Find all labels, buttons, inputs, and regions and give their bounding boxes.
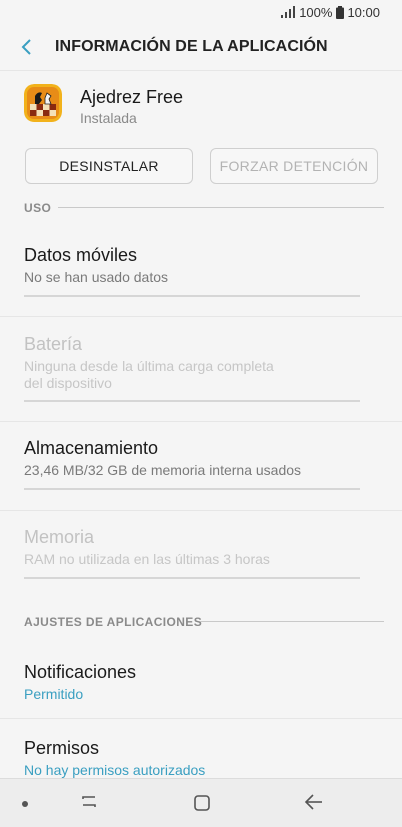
row-divider [0,316,402,317]
battery-subtitle-line2: del dispositivo [24,375,112,391]
app-name: Ajedrez Free [80,87,184,107]
storage-title: Almacenamiento [24,438,159,458]
item-divider [24,488,360,490]
back-arrow-icon[interactable] [304,793,324,811]
permissions-title: Permisos [24,738,100,758]
storage-item[interactable]: Almacenamiento 23,46 MB/32 GB de memoria… [24,438,364,479]
recent-apps-icon[interactable] [80,793,98,811]
mobile-data-title: Datos móviles [24,245,138,265]
app-status: Instalada [80,110,137,126]
battery-percent: 100% [299,4,333,20]
row-divider [0,718,402,719]
section-header-app-settings: AJUSTES DE APLICACIONES [24,615,203,629]
item-divider [24,577,360,579]
app-info-row: Ajedrez Free Instalada [0,82,402,128]
section-header-usage: USO [24,201,52,215]
memory-subtitle: RAM no utilizada en las últimas 3 horas [24,551,270,567]
permissions-subtitle: No hay permisos autorizados [24,762,206,778]
battery-subtitle: Ninguna desde la última carga completa d… [24,358,364,392]
clock: 10:00 [347,4,380,20]
notifications-item[interactable]: Notificaciones Permitido [24,662,364,703]
home-icon[interactable] [193,794,211,812]
uninstall-button[interactable]: DESINSTALAR [25,148,193,184]
arrow-left-icon[interactable] [16,36,38,58]
status-bar: 100% 10:00 [0,0,402,24]
permissions-item[interactable]: Permisos No hay permisos autorizados [24,738,364,779]
signal-icon [281,6,296,18]
page-title: INFORMACIÓN DE LA APLICACIÓN [55,38,328,55]
row-divider [0,421,402,422]
nav-dot-icon[interactable] [22,801,28,807]
memory-item[interactable]: Memoria RAM no utilizada en las últimas … [24,527,364,568]
memory-title: Memoria [24,527,95,547]
header-divider [0,70,402,71]
app-bar: INFORMACIÓN DE LA APLICACIÓN [0,24,402,70]
battery-subtitle-line1: Ninguna desde la última carga completa [24,358,274,374]
row-divider [0,510,402,511]
item-divider [24,400,360,402]
mobile-data-item[interactable]: Datos móviles No se han usado datos [24,245,364,286]
section-divider [58,207,384,208]
battery-icon [336,5,345,19]
mobile-data-subtitle: No se han usado datos [24,269,168,285]
force-stop-button[interactable]: FORZAR DETENCIÓN [210,148,378,184]
section-divider [200,621,384,622]
storage-subtitle: 23,46 MB/32 GB de memoria interna usados [24,462,302,478]
battery-title: Batería [24,334,83,354]
system-nav-bar [0,778,402,827]
notifications-subtitle: Permitido [24,686,84,702]
item-divider [24,295,360,297]
chess-app-icon [24,84,62,122]
notifications-title: Notificaciones [24,662,137,682]
battery-item[interactable]: Batería Ninguna desde la última carga co… [24,334,364,392]
